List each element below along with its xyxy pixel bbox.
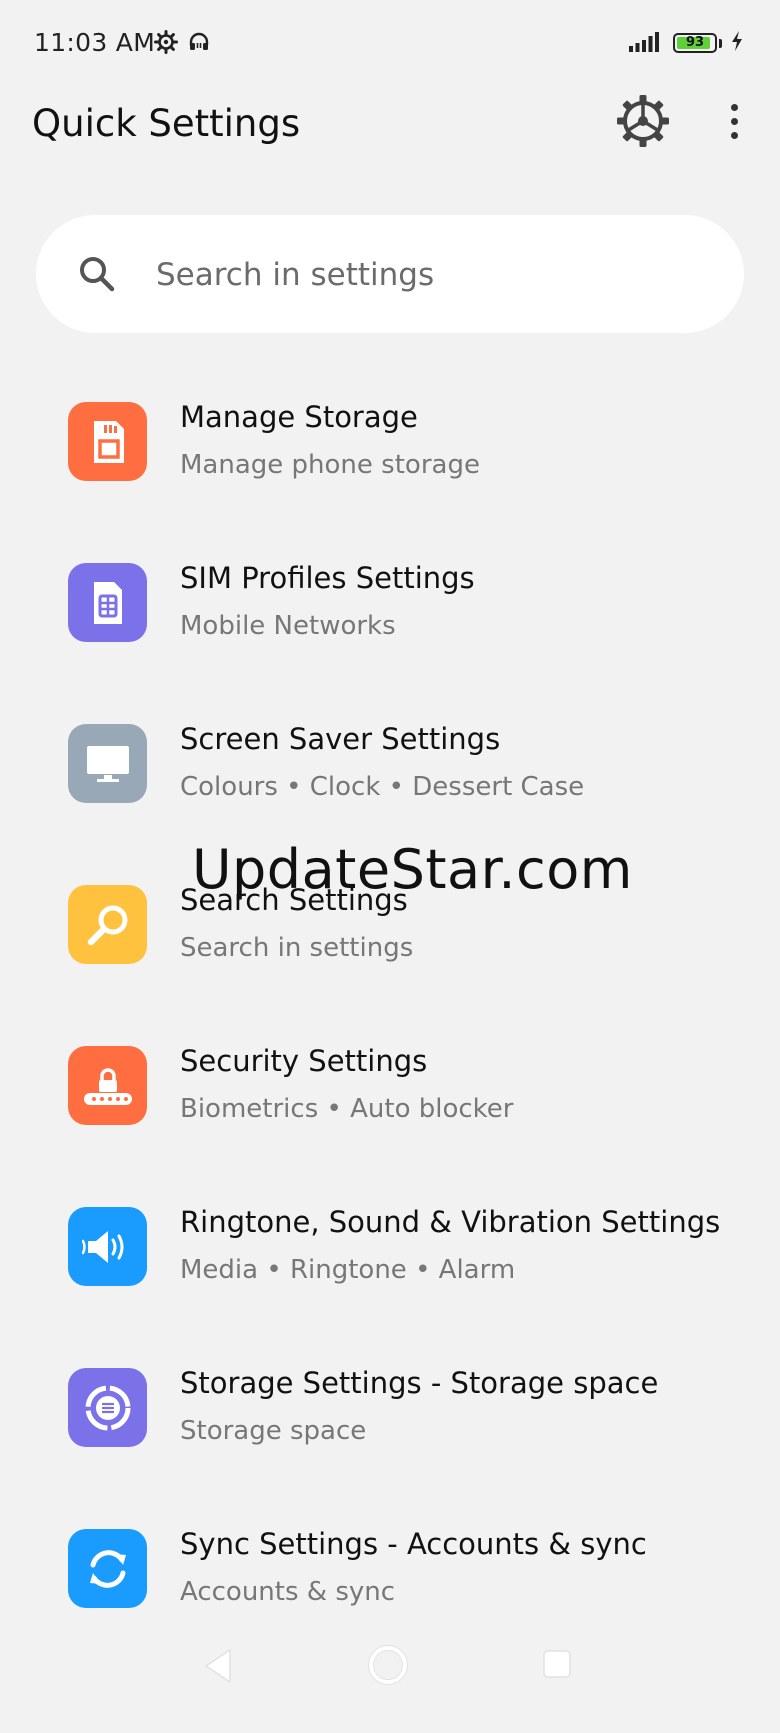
list-item-title: Sync Settings - Accounts & sync: [180, 1527, 647, 1561]
page-title: Quick Settings: [32, 102, 301, 145]
sync-icon: [68, 1529, 147, 1608]
navigation-bar: [0, 1640, 780, 1733]
list-item-subtitle: Manage phone storage: [180, 450, 480, 480]
quick-settings-screen: 11:03 AM 93 Quick Settings Search in set…: [0, 0, 780, 1733]
sim-card-icon: [68, 563, 147, 642]
list-item-screen-saver[interactable]: Screen Saver Settings Colours • Clock • …: [0, 692, 780, 853]
status-time: 11:03 AM: [34, 28, 156, 57]
list-item-sync-settings[interactable]: Sync Settings - Accounts & sync Accounts…: [0, 1497, 780, 1658]
app-header: Quick Settings: [0, 90, 780, 190]
list-item-title: Storage Settings - Storage space: [180, 1366, 659, 1400]
search-icon: [80, 257, 115, 292]
home-icon[interactable]: [367, 1644, 409, 1686]
list-item-manage-storage[interactable]: Manage Storage Manage phone storage: [0, 370, 780, 531]
recent-apps-icon[interactable]: [541, 1648, 573, 1680]
battery-tip: [719, 38, 722, 48]
more-dot: [730, 103, 738, 111]
status-icons-right: 93: [629, 30, 744, 56]
list-item-title: Ringtone, Sound & Vibration Settings: [180, 1205, 721, 1239]
status-bar: 11:03 AM 93: [0, 0, 780, 90]
list-item-subtitle: Accounts & sync: [180, 1577, 396, 1607]
list-item-subtitle: Media • Ringtone • Alarm: [180, 1255, 516, 1285]
list-item-security-settings[interactable]: Security Settings Biometrics • Auto bloc…: [0, 1014, 780, 1175]
signal-strength-icon: [629, 30, 665, 56]
settings-gear-button[interactable]: [612, 90, 674, 152]
list-item-sim-profiles[interactable]: SIM Profiles Settings Mobile Networks: [0, 531, 780, 692]
battery-icon: 93: [673, 33, 717, 53]
speaker-icon: [68, 1207, 147, 1286]
more-dot: [730, 117, 738, 125]
search-input[interactable]: [154, 215, 718, 335]
list-item-title: Manage Storage: [180, 400, 418, 434]
more-options-button[interactable]: [716, 96, 752, 146]
sd-card-icon: [68, 402, 147, 481]
status-icons-left: [154, 30, 210, 58]
list-item-title: SIM Profiles Settings: [180, 561, 475, 595]
settings-list: Manage Storage Manage phone storage SIM …: [0, 370, 780, 1658]
gear-icon: [617, 95, 669, 147]
charging-bolt-icon: [730, 30, 744, 56]
list-item-storage-settings[interactable]: Storage Settings - Storage space Storage…: [0, 1336, 780, 1497]
storage-circle-icon: [68, 1368, 147, 1447]
headphones-status-icon: [188, 31, 210, 57]
settings-gear-status-icon: [154, 30, 178, 58]
list-item-title: Screen Saver Settings: [180, 722, 501, 756]
list-item-subtitle: Biometrics • Auto blocker: [180, 1094, 514, 1124]
monitor-icon: [68, 724, 147, 803]
back-icon[interactable]: [200, 1646, 236, 1686]
lock-password-icon: [68, 1046, 147, 1125]
battery-level: 93: [685, 35, 705, 50]
list-item-title: Search Settings: [180, 883, 408, 917]
list-item-subtitle: Colours • Clock • Dessert Case: [180, 772, 585, 802]
search-bar[interactable]: [36, 215, 744, 335]
list-item-subtitle: Mobile Networks: [180, 611, 396, 641]
list-item-search-settings[interactable]: Search Settings Search in settings: [0, 853, 780, 1014]
list-item-subtitle: Search in settings: [180, 933, 414, 963]
more-dot: [730, 131, 738, 139]
list-item-ringtone-sound[interactable]: Ringtone, Sound & Vibration Settings Med…: [0, 1175, 780, 1336]
list-item-title: Security Settings: [180, 1044, 428, 1078]
list-item-subtitle: Storage space: [180, 1416, 367, 1446]
magnifier-icon: [68, 885, 147, 964]
